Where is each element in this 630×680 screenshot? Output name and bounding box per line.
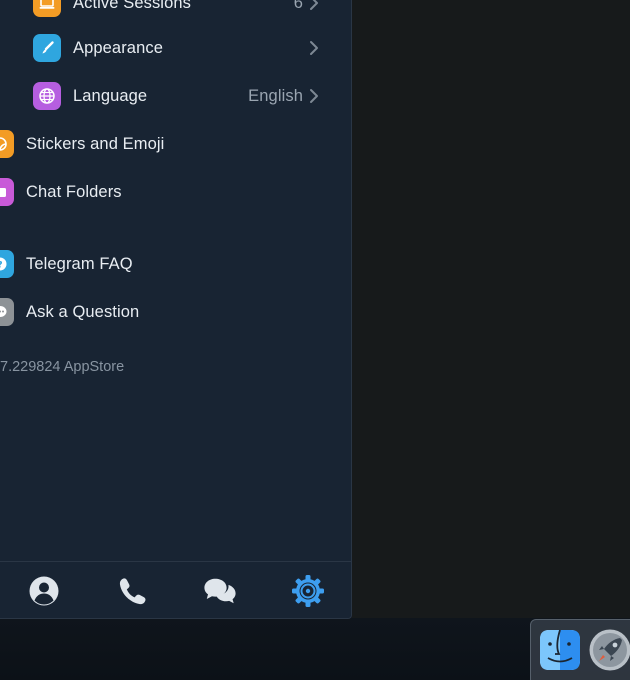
dock	[530, 619, 630, 680]
settings-item-label: Chat Folders	[26, 182, 122, 201]
brush-icon	[33, 34, 61, 62]
settings-item-faq[interactable]: ? Telegram FAQ	[0, 240, 351, 288]
app-version: 7.229824 AppStore	[0, 359, 125, 375]
settings-panel: Active Sessions 6 Appearance Language En…	[0, 0, 352, 619]
chats-icon	[204, 578, 236, 604]
rocket-icon	[589, 629, 630, 671]
tab-contacts[interactable]	[27, 574, 61, 608]
empty-content-area	[352, 0, 630, 618]
settings-item-ask-question[interactable]: Ask a Question	[0, 288, 351, 336]
settings-item-label: Stickers and Emoji	[26, 134, 165, 153]
chevron-right-icon	[310, 0, 318, 10]
svg-text:?: ?	[0, 261, 3, 271]
folder-icon	[0, 178, 14, 206]
active-sessions-count: 6	[293, 0, 303, 12]
globe-icon	[33, 82, 61, 110]
sticker-icon	[0, 130, 14, 158]
settings-item-chat-folders[interactable]: Chat Folders	[0, 168, 351, 216]
person-icon	[29, 576, 59, 606]
sessions-icon	[33, 0, 61, 17]
tab-bar	[0, 561, 351, 618]
settings-item-label: Appearance	[73, 38, 163, 57]
settings-item-label: Ask a Question	[26, 302, 140, 321]
tab-calls[interactable]	[115, 574, 149, 608]
settings-item-active-sessions[interactable]: Active Sessions 6	[0, 0, 351, 27]
dock-item-finder[interactable]	[538, 628, 582, 672]
chevron-right-icon	[310, 41, 318, 55]
settings-item-language[interactable]: Language English	[0, 72, 351, 120]
gear-icon	[292, 575, 324, 607]
language-value: English	[248, 86, 303, 105]
phone-icon	[119, 578, 146, 605]
tab-chats[interactable]	[203, 574, 237, 608]
chat-bubble-icon	[0, 298, 14, 326]
settings-item-label: Telegram FAQ	[26, 254, 133, 273]
settings-item-stickers[interactable]: Stickers and Emoji	[0, 120, 351, 168]
desktop: Active Sessions 6 Appearance Language En…	[0, 0, 630, 680]
finder-icon	[540, 629, 580, 670]
chevron-right-icon	[310, 89, 318, 103]
faq-icon: ?	[0, 250, 14, 278]
settings-item-appearance[interactable]: Appearance	[0, 24, 351, 72]
settings-item-label: Active Sessions	[73, 0, 191, 12]
tab-settings[interactable]	[291, 574, 325, 608]
settings-item-label: Language	[73, 86, 148, 105]
dock-item-launchpad[interactable]	[588, 628, 630, 672]
